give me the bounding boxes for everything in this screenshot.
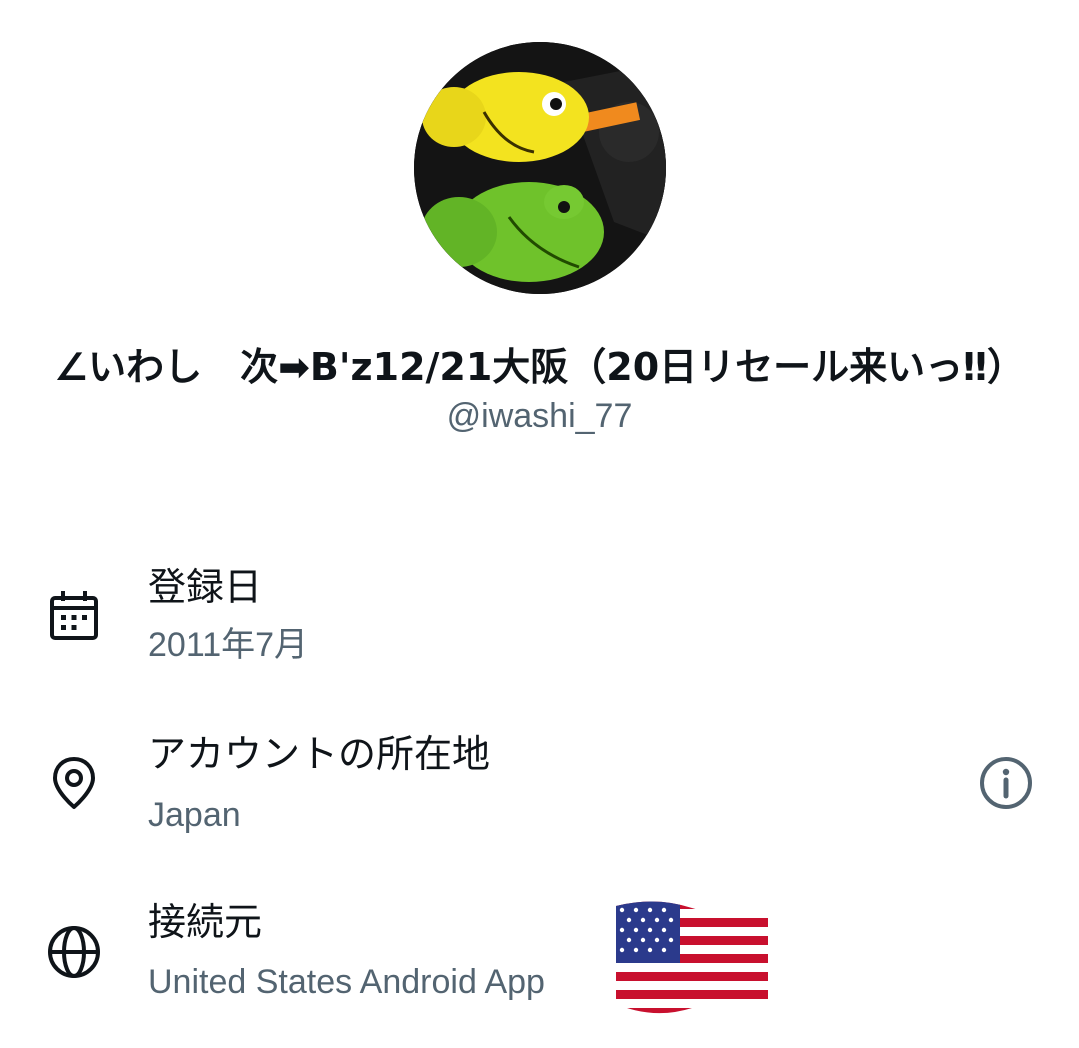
globe-icon [44,922,104,982]
joined-label: 登録日 [148,565,263,609]
info-icon[interactable] [976,753,1036,813]
profile-avatar[interactable] [414,42,666,294]
avatar-image [414,42,666,294]
connected-via-value: United States Android App [148,963,545,1001]
user-handle: @iwashi_77 [446,397,633,435]
location-value: Japan [148,796,241,834]
joined-value: 2011年7月 [148,626,309,664]
location-pin-icon [44,753,104,813]
connected-via-label: 接続元 [148,900,263,944]
calendar-icon [44,586,104,646]
location-label: アカウントの所在地 [148,732,491,776]
display-name: ∠いわし 次➡B'z12/21大阪（20日リセール来いっ‼） [54,345,1025,389]
us-flag-icon [612,900,772,1018]
